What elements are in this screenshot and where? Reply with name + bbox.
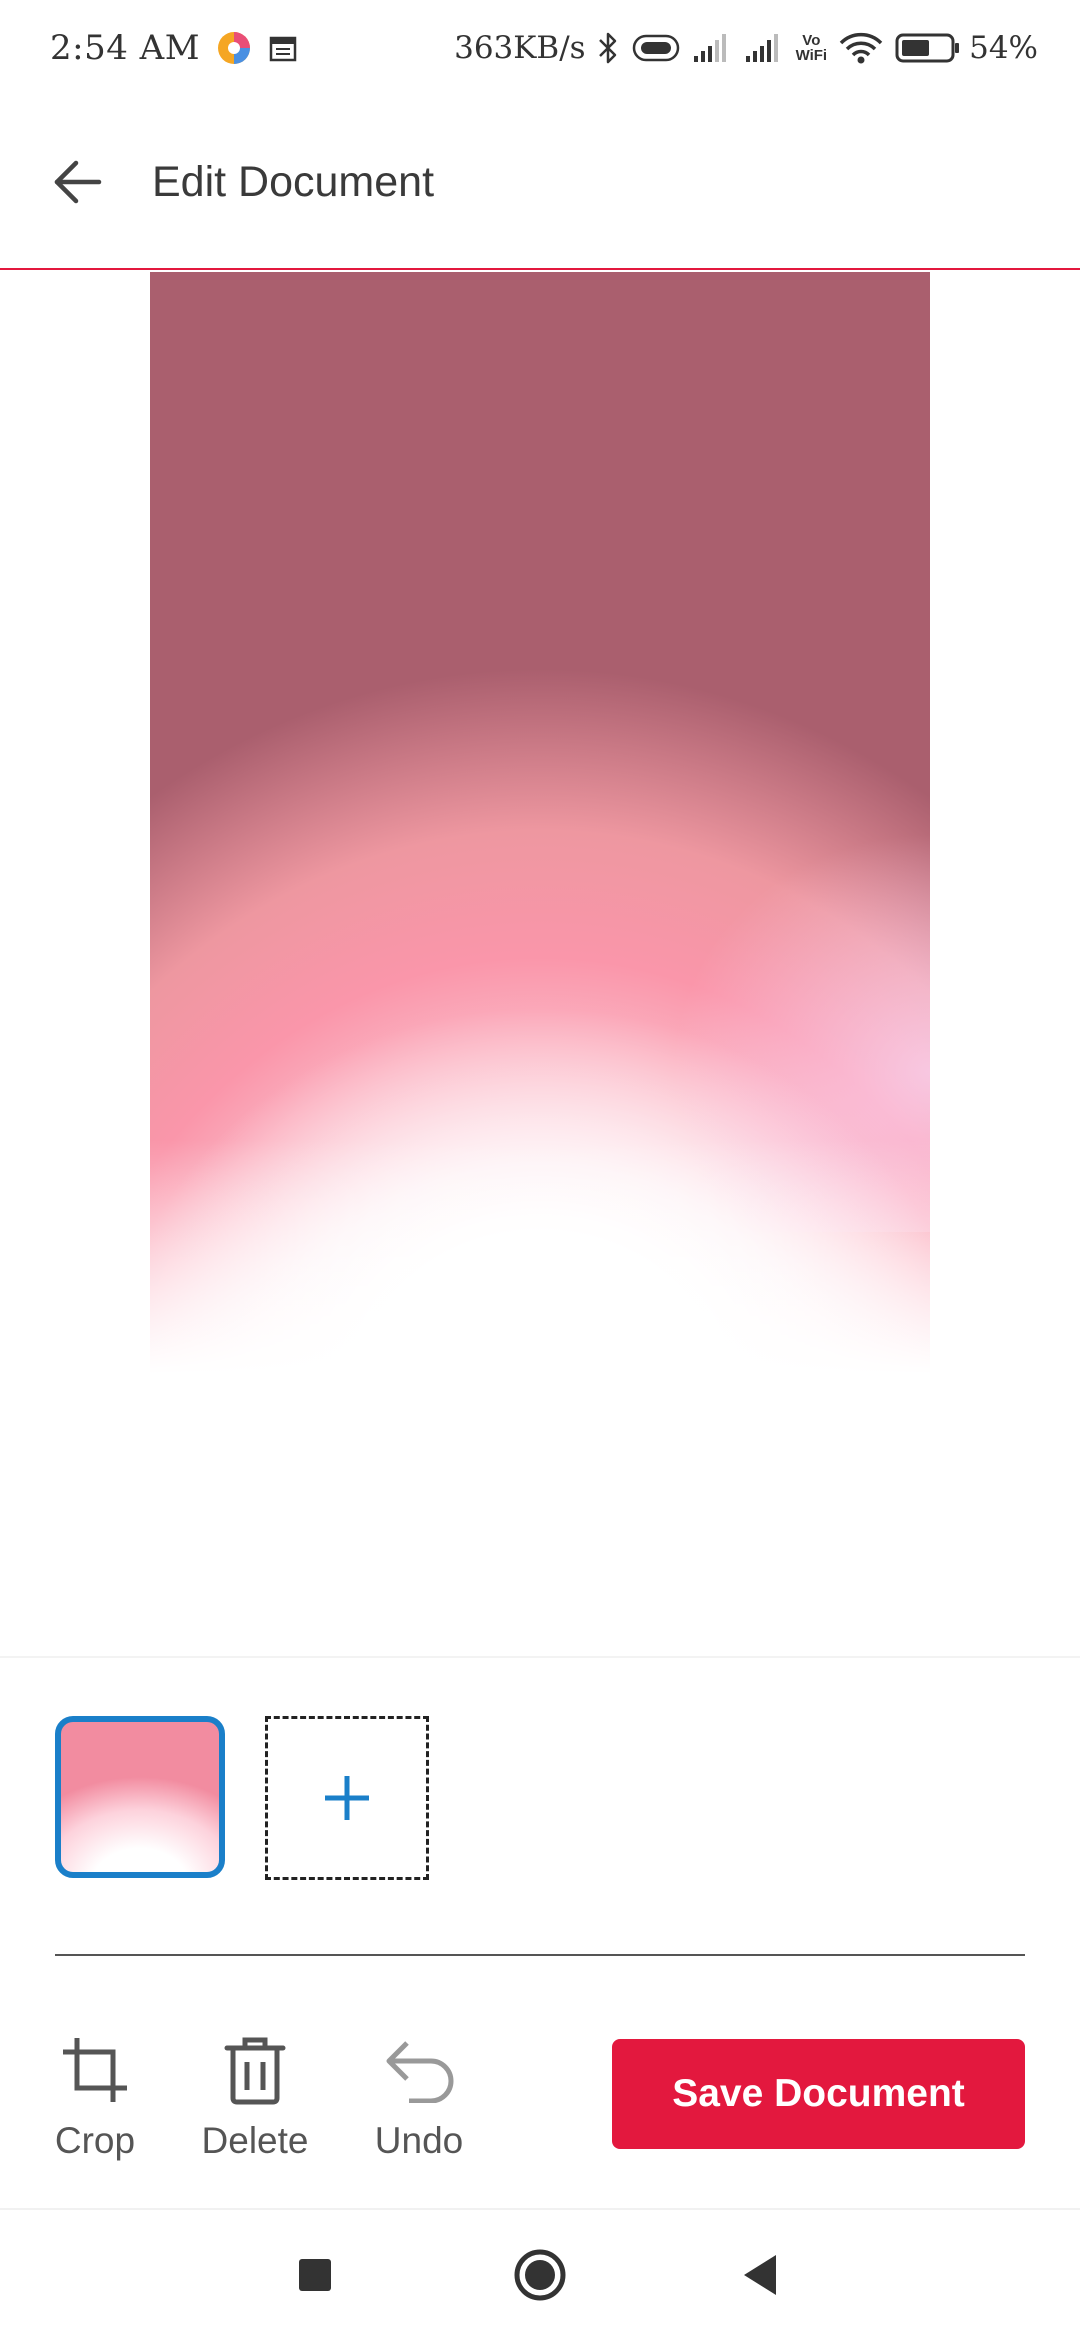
page-title: Edit Document <box>152 157 435 206</box>
crop-icon <box>55 2030 135 2110</box>
undo-label: Undo <box>374 2120 464 2161</box>
crop-button[interactable]: Crop <box>40 2030 150 2162</box>
preview-tint <box>670 832 930 1232</box>
status-time: 2:54 AM <box>50 28 201 68</box>
panel-divider <box>0 1656 1080 1658</box>
edit-document-screen: 2:54 AM 363KB/s Vo WiFi 54% Edit Documen… <box>0 0 1080 2340</box>
save-document-button[interactable]: Save Document <box>612 2039 1025 2149</box>
back-icon <box>744 2255 776 2295</box>
add-page-button[interactable] <box>265 1716 429 1880</box>
signal-icon <box>744 32 784 64</box>
home-button[interactable] <box>505 2240 575 2310</box>
vowifi-top-label: Vo <box>802 32 821 49</box>
vowifi-bottom-label: WiFi <box>795 47 828 64</box>
recents-icon <box>299 2259 331 2291</box>
nav-back-button[interactable] <box>725 2240 795 2310</box>
bluetooth-icon <box>596 31 620 65</box>
delete-button[interactable]: Delete <box>190 2030 320 2162</box>
calendar-icon <box>268 33 298 63</box>
vibrate-icon <box>632 33 680 63</box>
recents-button[interactable] <box>280 2240 350 2310</box>
home-icon <box>514 2249 566 2301</box>
arrow-left-icon <box>54 160 102 204</box>
vowifi-icon: Vo WiFi <box>796 33 828 63</box>
battery-icon <box>895 32 961 64</box>
delete-label: Delete <box>201 2120 309 2161</box>
document-preview-image[interactable] <box>150 272 930 1400</box>
app-notification-icon <box>216 30 252 66</box>
crop-label: Crop <box>54 2120 136 2161</box>
undo-icon <box>379 2030 459 2110</box>
page-thumbnail-selected[interactable] <box>55 1716 225 1878</box>
toolbar-divider <box>55 1954 1025 1956</box>
system-nav-bar <box>0 2210 1080 2340</box>
plus-icon <box>325 1776 369 1820</box>
status-bar: 2:54 AM 363KB/s Vo WiFi 54% <box>0 0 1080 96</box>
status-left: 2:54 AM <box>50 28 298 68</box>
signal-icon <box>692 32 732 64</box>
app-bar: Edit Document <box>0 96 1080 270</box>
trash-icon <box>215 2030 295 2110</box>
undo-button[interactable]: Undo <box>364 2030 474 2162</box>
status-right: 363KB/s Vo WiFi 54% <box>454 30 1038 66</box>
battery-percent: 54% <box>969 30 1038 66</box>
network-speed: 363KB/s <box>454 30 586 66</box>
wifi-icon <box>839 31 883 65</box>
back-button[interactable] <box>32 137 122 227</box>
